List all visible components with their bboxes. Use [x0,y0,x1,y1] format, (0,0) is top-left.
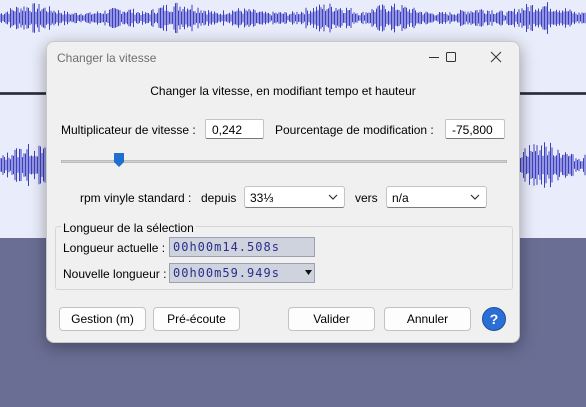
from-label: depuis [201,191,237,205]
percent-label: Pourcentage de modification : [275,123,434,137]
to-rpm-value: n/a [392,191,409,205]
new-length-value: 00h00m59.949s [173,266,280,280]
speed-slider-thumb[interactable] [113,153,124,167]
from-rpm-value: 33⅓ [250,191,274,205]
multiplier-input[interactable]: 0,242 [205,119,264,139]
change-speed-dialog: Changer la vitesse Changer la vitesse, e… [46,41,520,343]
current-length-label: Longueur actuelle : [63,241,166,255]
from-rpm-select[interactable]: 33⅓ [244,186,345,208]
cancel-button[interactable]: Annuler [384,307,471,331]
maximize-button[interactable] [437,48,465,66]
dialog-titlebar: Changer la vitesse [47,42,519,72]
dialog-title: Changer la vitesse [57,51,157,65]
to-label: vers [355,191,378,205]
dropdown-triangle-icon[interactable] [305,270,312,276]
speed-slider-track[interactable] [61,160,507,163]
ok-button[interactable]: Valider [288,307,375,331]
maximize-icon [446,52,456,62]
close-icon [490,51,502,63]
selection-group-label: Longueur de la sélection [61,221,196,235]
percent-input[interactable]: -75,800 [445,119,505,139]
multiplier-label: Multiplicateur de vitesse : [61,123,196,137]
close-button[interactable] [482,48,510,66]
chevron-down-icon [470,194,480,200]
new-length-input[interactable]: 00h00m59.949s [169,263,315,283]
to-rpm-select[interactable]: n/a [386,186,487,208]
preview-button[interactable]: Pré-écoute [153,307,240,331]
manage-button[interactable]: Gestion (m) [59,307,146,331]
new-length-label: Nouvelle longueur : [63,267,167,281]
rpm-label: rpm vinyle standard : [80,191,192,205]
dialog-heading: Changer la vitesse, en modifiant tempo e… [150,84,416,98]
help-icon[interactable]: ? [482,307,506,331]
current-length-display: 00h00m14.508s [169,237,315,257]
chevron-down-icon [328,194,338,200]
svg-text:?: ? [490,311,499,327]
